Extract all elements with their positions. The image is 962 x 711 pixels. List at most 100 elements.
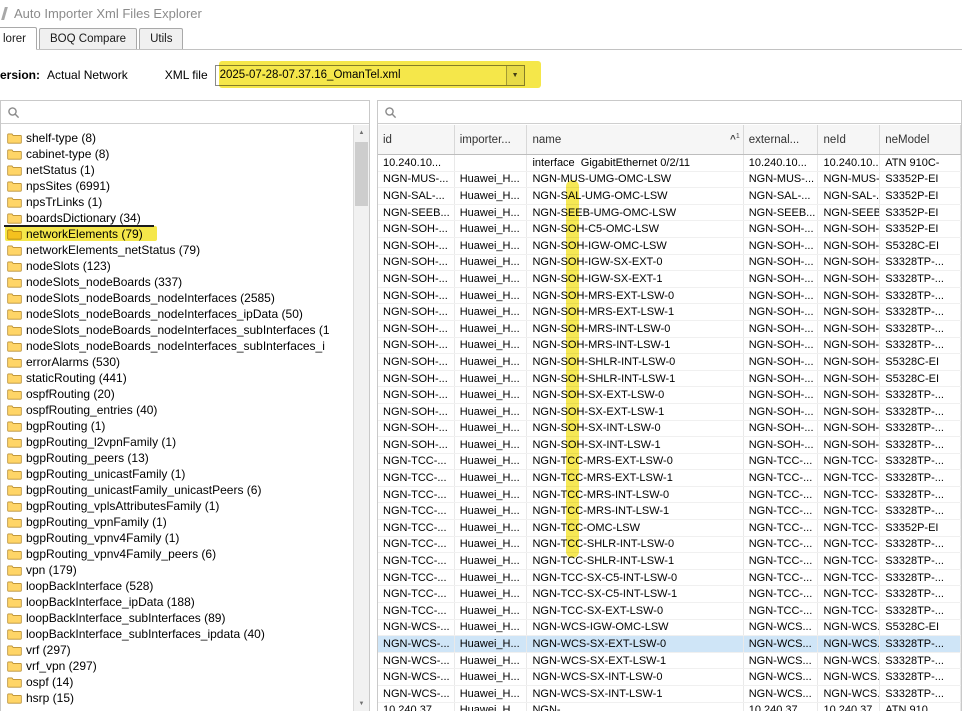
tree-item[interactable]: bgpRouting (1) [7,418,353,434]
table-row[interactable]: NGN-SOH-...Huawei_H...NGN-SOH-SX-EXT-LSW… [378,387,961,404]
table-row[interactable]: NGN-SOH-...Huawei_H...NGN-SOH-MRS-INT-LS… [378,338,961,355]
tab-boq-compare[interactable]: BOQ Compare [39,28,137,49]
table-cell: 10.240.37... [744,703,819,711]
tree-item-label: bgpRouting_vpnv4Family (1) [26,531,179,545]
tree-item[interactable]: nodeSlots_nodeBoards_nodeInterfaces_ipDa… [7,306,353,322]
table-row[interactable]: NGN-SOH-...Huawei_H...NGN-SOH-SHLR-INT-L… [378,371,961,388]
tree-item[interactable]: bgpRouting_unicastFamily (1) [7,466,353,482]
tree-item[interactable]: hsrp (15) [7,690,353,706]
tree-item[interactable]: networkElements (79) [7,226,353,242]
table-cell: NGN-SOH-... [818,338,880,354]
tree-item-label: loopBackInterface_subInterfaces_ipdata (… [26,627,265,641]
tree-item[interactable]: nodeSlots_nodeBoards_nodeInterfaces_subI… [7,338,353,354]
table-row[interactable]: NGN-SOH-...Huawei_H...NGN-SOH-IGW-SX-EXT… [378,271,961,288]
tree-item[interactable]: nodeSlots (123) [7,258,353,274]
tree-item[interactable]: bgpRouting_vplsAttributesFamily (1) [7,498,353,514]
tree-item[interactable]: vpn (179) [7,562,353,578]
tree-item[interactable]: loopBackInterface_subInterfaces_ipdata (… [7,626,353,642]
table-row[interactable]: NGN-TCC-...Huawei_H...NGN-TCC-OMC-LSWNGN… [378,520,961,537]
table-row[interactable]: NGN-WCS-...Huawei_H...NGN-WCS-SX-INT-LSW… [378,669,961,686]
tab-explorer[interactable]: lorer [0,27,37,50]
table-row[interactable]: NGN-TCC-...Huawei_H...NGN-TCC-SHLR-INT-L… [378,537,961,554]
table-cell: Huawei_H... [455,553,528,569]
tree-item[interactable]: nodeSlots_nodeBoards (337) [7,274,353,290]
tree-item[interactable]: bgpRouting_l2vpnFamily (1) [7,434,353,450]
tree-item[interactable]: npsTrLinks (1) [7,194,353,210]
table-row[interactable]: NGN-SOH-...Huawei_H...NGN-SOH-MRS-INT-LS… [378,321,961,338]
column-header-neModel[interactable]: neModel [880,125,961,154]
grid-search-bar[interactable] [378,101,961,124]
table-row[interactable]: NGN-SOH-...Huawei_H...NGN-SOH-SX-INT-LSW… [378,437,961,454]
table-row[interactable]: 10.240.10...interface GigabitEthernet 0/… [378,155,961,172]
table-row[interactable]: NGN-SOH-...Huawei_H...NGN-SOH-IGW-SX-EXT… [378,255,961,272]
tree-search-bar[interactable] [1,101,369,124]
table-row[interactable]: NGN-TCC-...Huawei_H...NGN-TCC-MRS-EXT-LS… [378,470,961,487]
tree-item[interactable]: loopBackInterface_ipData (188) [7,594,353,610]
column-header-external[interactable]: external... [744,125,819,154]
chevron-down-icon[interactable]: ▼ [506,66,524,85]
table-row[interactable]: NGN-SOH-...Huawei_H...NGN-SOH-MRS-EXT-LS… [378,288,961,305]
tree-item[interactable]: vrf_vpn (297) [7,658,353,674]
tree-item[interactable]: staticRouting (441) [7,370,353,386]
tree-item[interactable]: bgpRouting_vpnv4Family (1) [7,530,353,546]
column-header-importer[interactable]: importer... [455,125,528,154]
table-row[interactable]: NGN-TCC-...Huawei_H...NGN-TCC-SX-C5-INT-… [378,570,961,587]
table-row[interactable]: NGN-TCC-...Huawei_H...NGN-TCC-MRS-EXT-LS… [378,454,961,471]
table-row[interactable]: NGN-SOH-...Huawei_H...NGN-SOH-MRS-EXT-LS… [378,304,961,321]
tree-item[interactable]: bgpRouting_peers (13) [7,450,353,466]
scrollbar-thumb[interactable] [355,142,368,206]
scroll-down-button[interactable]: ▼ [354,696,369,711]
table-row[interactable]: NGN-TCC-...Huawei_H...NGN-TCC-SX-C5-INT-… [378,586,961,603]
tree-item[interactable]: ospfRouting_entries (40) [7,402,353,418]
tree-item[interactable]: errorAlarms (530) [7,354,353,370]
column-header-id[interactable]: id [378,125,455,154]
tree-item[interactable]: cabinet-type (8) [7,146,353,162]
table-cell: NGN-WCS... [744,620,819,636]
folder-icon [7,692,22,704]
tree-item[interactable]: nodeSlots_nodeBoards_nodeInterfaces (258… [7,290,353,306]
tree-item[interactable]: loopBackInterface_subInterfaces (89) [7,610,353,626]
table-row[interactable]: NGN-WCS-...Huawei_H...NGN-WCS-SX-EXT-LSW… [378,653,961,670]
tree-scrollbar[interactable]: ▲ ▼ [353,125,369,711]
table-row[interactable]: NGN-WCS-...Huawei_H...NGN-WCS-SX-INT-LSW… [378,686,961,703]
table-row[interactable]: NGN-SOH-...Huawei_H...NGN-SOH-SX-INT-LSW… [378,421,961,438]
table-cell: NGN-TCC-... [744,570,819,586]
tree-item-label: errorAlarms (530) [26,355,120,369]
tree-item[interactable]: shelf-type (8) [7,130,353,146]
table-row[interactable]: NGN-MUS-...Huawei_H...NGN-MUS-UMG-OMC-LS… [378,172,961,189]
tree-item[interactable]: vrf (297) [7,642,353,658]
table-row[interactable]: NGN-SOH-...Huawei_H...NGN-SOH-SX-EXT-LSW… [378,404,961,421]
tree-item[interactable]: ospf (14) [7,674,353,690]
tree-item[interactable]: bgpRouting_unicastFamily_unicastPeers (6… [7,482,353,498]
tree-item[interactable]: boardsDictionary (34) [7,210,353,226]
column-header-name[interactable]: name^1 [527,125,743,154]
tree-item[interactable]: netStatus (1) [7,162,353,178]
table-row[interactable]: NGN-TCC-...Huawei_H...NGN-TCC-SHLR-INT-L… [378,553,961,570]
table-cell: NGN-SOH-... [744,304,819,320]
table-row[interactable]: NGN-WCS-...Huawei_H...NGN-WCS-SX-EXT-LSW… [378,636,961,653]
xml-file-combobox[interactable]: 2025-07-28-07.37.16_OmanTel.xml ▼ [215,65,525,86]
tree-item[interactable]: networkElements_netStatus (79) [7,242,353,258]
tree-item[interactable]: nodeSlots_nodeBoards_nodeInterfaces_subI… [7,322,353,338]
tab-utils[interactable]: Utils [139,28,183,49]
table-row[interactable]: 10.240.37...Huawei_H...NGN-...10.240.37.… [378,703,961,711]
table-row[interactable]: NGN-SOH-...Huawei_H...NGN-SOH-SHLR-INT-L… [378,354,961,371]
tree-item[interactable]: bgpRouting_vpnFamily (1) [7,514,353,530]
table-row[interactable]: NGN-SEEB...Huawei_H...NGN-SEEB-UMG-OMC-L… [378,205,961,222]
tree-item-label: loopBackInterface_ipData (188) [26,595,195,609]
scroll-up-button[interactable]: ▲ [354,125,369,140]
table-row[interactable]: NGN-TCC-...Huawei_H...NGN-TCC-MRS-INT-LS… [378,487,961,504]
table-row[interactable]: NGN-SAL-...Huawei_H...NGN-SAL-UMG-OMC-LS… [378,188,961,205]
table-row[interactable]: NGN-SOH-...Huawei_H...NGN-SOH-C5-OMC-LSW… [378,221,961,238]
tree-item[interactable]: npsSites (6991) [7,178,353,194]
table-cell: NGN-WCS... [818,686,880,702]
table-row[interactable]: NGN-TCC-...Huawei_H...NGN-TCC-MRS-INT-LS… [378,503,961,520]
tree-item[interactable]: loopBackInterface (528) [7,578,353,594]
table-row[interactable]: NGN-TCC-...Huawei_H...NGN-TCC-SX-EXT-LSW… [378,603,961,620]
tree-item[interactable]: bgpRouting_vpnv4Family_peers (6) [7,546,353,562]
column-header-neId[interactable]: neId [818,125,880,154]
tree-item[interactable]: ospfRouting (20) [7,386,353,402]
table-row[interactable]: NGN-WCS-...Huawei_H...NGN-WCS-IGW-OMC-LS… [378,620,961,637]
table-cell: NGN-SOH-IGW-OMC-LSW [527,238,743,254]
table-row[interactable]: NGN-SOH-...Huawei_H...NGN-SOH-IGW-OMC-LS… [378,238,961,255]
